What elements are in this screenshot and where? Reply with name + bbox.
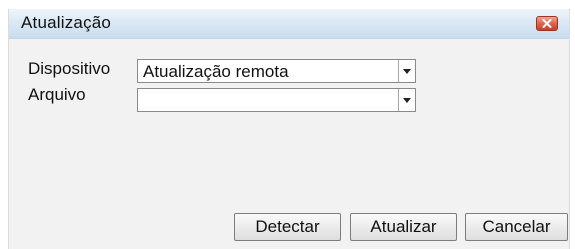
update-dialog: Atualização Dispositivo Atualização remo… — [8, 9, 570, 249]
dispositivo-value: Atualização remota — [143, 62, 289, 81]
dialog-title: Atualização — [21, 13, 112, 32]
arquivo-label: Arquivo — [28, 85, 86, 104]
dispositivo-select[interactable]: Atualização remota — [137, 59, 416, 83]
cancel-button[interactable]: Cancelar — [465, 213, 568, 241]
close-button[interactable] — [536, 16, 558, 31]
dialog-content: Dispositivo Atualização remota Arquivo D… — [9, 39, 569, 249]
update-button[interactable]: Atualizar — [350, 213, 457, 241]
dispositivo-label: Dispositivo — [28, 59, 111, 78]
dialog-titlebar[interactable]: Atualização — [9, 9, 569, 39]
detect-button[interactable]: Detectar — [234, 213, 341, 241]
close-icon — [542, 19, 552, 28]
chevron-down-icon[interactable] — [398, 60, 415, 82]
chevron-down-icon[interactable] — [398, 89, 415, 111]
arquivo-select[interactable] — [137, 88, 416, 112]
